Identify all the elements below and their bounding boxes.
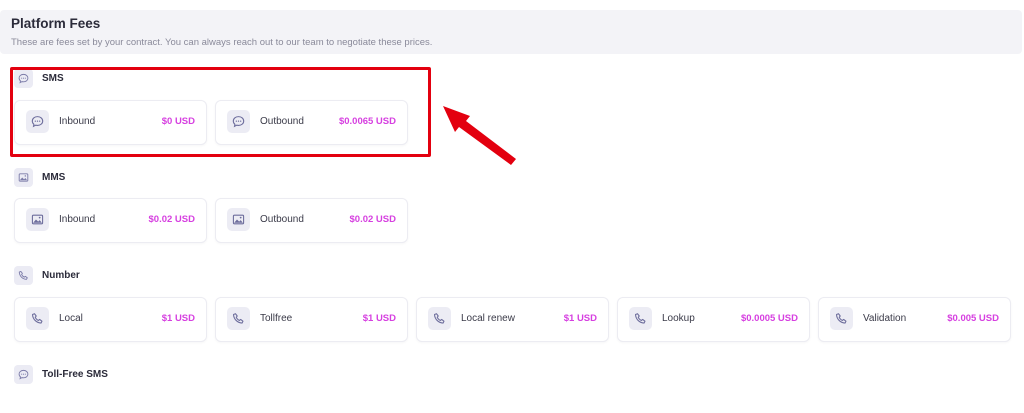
annotation-highlight-box [10, 67, 431, 157]
image-icon [26, 208, 49, 231]
fee-label: Validation [863, 313, 907, 324]
fee-price: $1 USD [563, 313, 597, 324]
fee-label: Local [59, 313, 83, 324]
fee-label: Tollfree [260, 313, 293, 324]
section-tollfree-sms: Toll-Free SMS [14, 364, 108, 384]
fee-label: Inbound [59, 214, 96, 225]
phone-icon [428, 307, 451, 330]
fee-price: $0.02 USD [349, 214, 396, 225]
phone-icon [629, 307, 652, 330]
image-icon [14, 167, 33, 187]
phone-icon [227, 307, 250, 330]
chat-bubble-icon [14, 364, 33, 384]
section-mms: MMS [14, 167, 65, 187]
platform-fees-header: Platform Fees These are fees set by your… [0, 10, 1022, 54]
fee-price: $0.005 USD [947, 313, 999, 324]
image-icon [227, 208, 250, 231]
page-title: Platform Fees [11, 16, 101, 31]
fee-card-mms-outbound: Outbound $0.02 USD [215, 198, 408, 243]
phone-icon [14, 265, 33, 285]
fee-card-number-local-renew: Local renew $1 USD [416, 297, 609, 342]
phone-icon [26, 307, 49, 330]
fee-price: $0.0005 USD [740, 313, 798, 324]
phone-icon [830, 307, 853, 330]
fee-label: Outbound [260, 214, 304, 225]
section-label-number: Number [42, 269, 80, 281]
fee-card-number-local: Local $1 USD [14, 297, 207, 342]
section-label-tollfree-sms: Toll-Free SMS [42, 368, 108, 380]
fee-label: Local renew [461, 313, 515, 324]
fee-price: $0.02 USD [148, 214, 195, 225]
fee-card-number-lookup: Lookup $0.0005 USD [617, 297, 810, 342]
fee-card-number-validation: Validation $0.005 USD [818, 297, 1011, 342]
fee-price: $1 USD [362, 313, 396, 324]
section-label-mms: MMS [42, 171, 66, 183]
fee-price: $1 USD [161, 313, 195, 324]
section-number: Number [14, 265, 80, 285]
page-subtitle: These are fees set by your contract. You… [11, 37, 433, 48]
fee-label: Lookup [662, 313, 695, 324]
fee-card-number-tollfree: Tollfree $1 USD [215, 297, 408, 342]
fee-card-mms-inbound: Inbound $0.02 USD [14, 198, 207, 243]
